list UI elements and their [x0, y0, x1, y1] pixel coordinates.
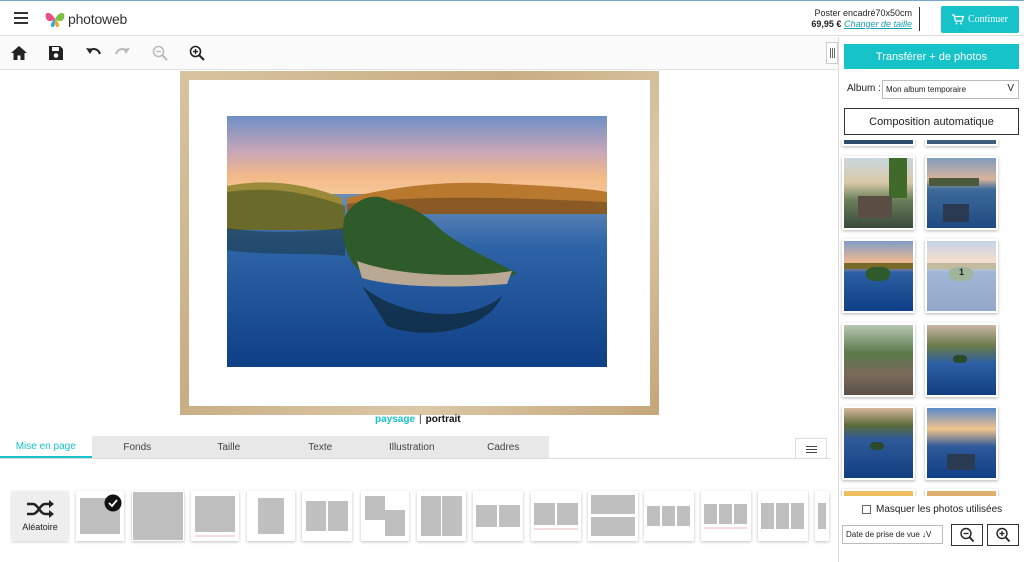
continue-label: Continuer	[968, 14, 1008, 25]
album-select-value: Mon album temporaire	[886, 85, 967, 94]
photo-thumbnail[interactable]	[925, 323, 998, 397]
photo-thumbnail[interactable]	[842, 239, 915, 313]
layout-thumb-selected[interactable]	[76, 491, 124, 541]
layout-thumb[interactable]	[417, 491, 466, 541]
orientation-portrait[interactable]: portrait	[426, 414, 461, 425]
album-label: Album :	[847, 83, 881, 94]
hide-used-label: Masquer les photos utilisées	[876, 504, 1003, 515]
hide-used-checkbox[interactable]	[862, 505, 871, 514]
product-info: Poster encadré70x50cm 69,95 € Changer de…	[811, 8, 912, 30]
hide-used-photos: Masquer les photos utilisées	[862, 504, 1002, 515]
save-icon[interactable]	[47, 44, 65, 62]
layout-thumb[interactable]	[758, 491, 808, 541]
product-price: 69,95 €	[811, 19, 842, 29]
change-size-link[interactable]: Changer de taille	[844, 19, 912, 29]
zoom-out-icon[interactable]	[151, 44, 169, 62]
tab-fonds[interactable]: Fonds	[91, 436, 183, 458]
tab-mise-en-page[interactable]: Mise en page	[0, 436, 92, 458]
top-bar: photoweb Poster encadré70x50cm 69,95 € C…	[0, 0, 1024, 36]
layout-thumb[interactable]	[644, 491, 694, 541]
photo-thumbnails-list: 1	[839, 140, 1023, 496]
layout-thumb[interactable]	[473, 491, 523, 541]
random-layout-button[interactable]: Aléatoire	[12, 491, 68, 541]
redo-icon[interactable]	[113, 44, 131, 62]
photo-thumbnail[interactable]	[842, 489, 915, 496]
undo-icon[interactable]	[85, 44, 103, 62]
thumb-zoom-in-button[interactable]	[987, 524, 1019, 546]
photo-thumbnail[interactable]	[842, 140, 915, 146]
orientation-toggle: paysage | portrait	[375, 414, 461, 425]
editor-toolbar	[0, 37, 838, 70]
check-icon	[104, 494, 122, 512]
shuffle-icon	[27, 500, 54, 518]
tab-cadres[interactable]: Cadres	[457, 436, 549, 458]
photo-thumbnail[interactable]	[925, 489, 998, 496]
cart-icon	[952, 14, 964, 25]
chevron-down-icon: V	[926, 530, 932, 539]
orientation-landscape[interactable]: paysage	[375, 414, 415, 425]
chevron-down-icon: V	[1007, 83, 1014, 94]
photo-thumbnail[interactable]	[842, 323, 915, 397]
auto-composition-button[interactable]: Composition automatique	[844, 108, 1019, 135]
zoom-out-icon	[960, 527, 975, 543]
photo-thumbnail[interactable]	[842, 156, 915, 230]
photo-thumbnail[interactable]	[925, 406, 998, 480]
random-label: Aléatoire	[22, 522, 58, 532]
header-divider	[919, 7, 920, 31]
sort-select[interactable]: Date de prise de vue ↓V	[842, 525, 943, 544]
layout-thumb[interactable]	[132, 491, 184, 541]
layout-thumb[interactable]	[588, 491, 638, 541]
photo-thumbnail-used[interactable]: 1	[925, 239, 998, 313]
continue-button[interactable]: Continuer	[941, 6, 1019, 33]
panel-collapse-handle[interactable]	[826, 42, 838, 64]
tab-texte[interactable]: Texte	[274, 436, 366, 458]
layout-thumb[interactable]	[361, 491, 409, 541]
album-select[interactable]: Mon album temporaire V	[882, 80, 1019, 99]
photo-thumbnail[interactable]	[925, 140, 998, 146]
photo-thumbnail[interactable]	[925, 156, 998, 230]
photo-thumbnail[interactable]	[842, 406, 915, 480]
zoom-in-icon[interactable]	[188, 44, 206, 62]
hamburger-menu-icon[interactable]	[14, 12, 28, 24]
butterfly-logo-icon	[45, 12, 65, 27]
poster-frame[interactable]	[180, 71, 659, 415]
home-icon[interactable]	[10, 44, 28, 62]
tab-taille[interactable]: Taille	[183, 436, 275, 458]
layout-thumb[interactable]	[701, 491, 751, 541]
product-name: Poster encadré70x50cm	[814, 8, 912, 18]
sort-select-value: Date de prise de vue ↓	[846, 530, 927, 539]
editor-tabs: Mise en page Fonds Taille Texte Illustra…	[0, 436, 549, 458]
zoom-in-icon	[996, 527, 1011, 543]
layout-thumb[interactable]	[247, 491, 295, 541]
used-count-badge: 1	[958, 266, 965, 277]
layout-thumb[interactable]	[531, 491, 581, 541]
poster-mat	[189, 80, 650, 406]
tabs-menu-icon[interactable]	[795, 438, 827, 460]
layout-thumb-partial[interactable]	[815, 491, 829, 541]
thumb-zoom-out-button[interactable]	[951, 524, 983, 546]
layout-thumb[interactable]	[191, 491, 239, 541]
logo-text: photoweb	[68, 11, 128, 27]
orientation-separator: |	[419, 414, 422, 425]
tab-illustration[interactable]: Illustration	[366, 436, 458, 458]
photoweb-logo[interactable]: photoweb	[44, 8, 127, 30]
poster-photo[interactable]	[227, 116, 607, 367]
transfer-photos-button[interactable]: Transférer + de photos	[844, 44, 1019, 69]
layout-thumb[interactable]	[302, 491, 352, 541]
